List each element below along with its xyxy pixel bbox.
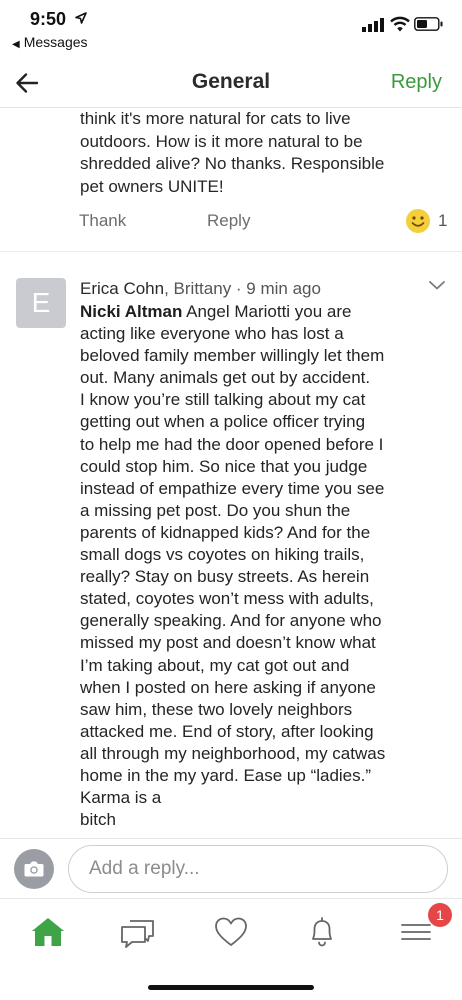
comment-author[interactable]: Erica Cohn <box>80 279 164 298</box>
avatar[interactable]: E <box>16 278 66 328</box>
previous-comment-line: think it's more natural for cats to live <box>80 109 351 128</box>
previous-comment-line: pet owners UNITE! <box>80 176 224 196</box>
comment-line: Karma is a <box>80 788 162 808</box>
back-app-label: Messages <box>23 34 88 50</box>
comment-line: getting out when a police officer trying <box>80 412 366 432</box>
camera-button[interactable] <box>14 849 54 889</box>
previous-comment-actions: Thank Reply 1 <box>0 206 462 236</box>
previous-comment-line: outdoors. How is it more natural to be <box>80 131 363 151</box>
comment-line: home in the my yard. Ease up “ladies.” <box>80 765 372 785</box>
bell-icon[interactable] <box>302 915 342 949</box>
comment-line: small dogs vs coyotes on hiking trails, <box>80 545 365 565</box>
comment-line: beloved family member willingly let them <box>80 346 385 366</box>
wifi-icon <box>390 16 410 32</box>
comment-line: I know you’re still talking about my cat <box>80 390 366 410</box>
comment-line: Angel Mariotti you are <box>182 302 352 321</box>
comment-header: Erica Cohn, Brittany · 9 min ago <box>80 278 321 300</box>
nav-reply-button[interactable]: Reply <box>391 71 442 94</box>
smiley-reaction-icon[interactable] <box>405 208 431 234</box>
mention-link[interactable]: Nicki Altman <box>80 302 182 321</box>
comment-line: saw him, these two lovely neighbors <box>80 699 353 719</box>
home-icon[interactable] <box>28 915 68 949</box>
previous-comment-line: shredded alive? No thanks. Responsible <box>80 154 385 173</box>
reply-composer <box>0 838 462 898</box>
comment-line: out. Many animals get out by accident. <box>80 368 371 388</box>
thank-button[interactable]: Thank <box>79 211 126 231</box>
back-triangle-icon: ◀ <box>12 39 20 50</box>
cellular-signal-icon <box>362 18 384 32</box>
navigation-bar: General Reply <box>0 56 462 108</box>
comment-line: instead of empathize every time you see <box>80 478 385 498</box>
comment-line: generally speaking. And for anyone who <box>80 611 382 631</box>
comment-line: when I posted on here asking if anyone <box>80 677 376 697</box>
location-arrow-icon <box>75 12 87 24</box>
comment-reply-button[interactable]: Reply <box>207 211 250 231</box>
comment-divider <box>0 251 462 252</box>
comment-body: Nicki Altman Angel Mariotti you are acti… <box>80 301 406 831</box>
comment-line: stated, coyotes won’t mess with adults, <box>80 589 374 609</box>
home-indicator[interactable] <box>148 985 314 990</box>
comment-line: all through my neighborhood, my catwas <box>80 743 386 763</box>
comment-line: could stop him. So nice that you judge <box>80 456 368 476</box>
comment-line: attacked me. End of story, after looking <box>80 721 374 741</box>
back-to-app-link[interactable]: ◀ Messages <box>12 34 88 50</box>
tab-bar <box>0 898 462 968</box>
comment-line: really? Stay on busy streets. As herein <box>80 567 370 587</box>
messages-icon[interactable] <box>118 915 158 949</box>
comment-line: I’m taking about, my cat got out and <box>80 655 350 675</box>
status-time: 9:50 <box>30 9 67 29</box>
chevron-down-icon[interactable] <box>428 279 446 291</box>
comment-line: acting like everyone who has lost a <box>80 324 344 344</box>
comment-first-line: Nicki Altman Angel Mariotti you are <box>80 301 406 323</box>
reply-input[interactable] <box>68 845 448 893</box>
status-bar: 9:50 ◀ Messages <box>0 0 462 56</box>
comments-thread[interactable]: think it's more natural for cats to live… <box>0 108 462 838</box>
heart-icon[interactable] <box>211 915 251 949</box>
comment-line: to help me had the door opened before I <box>80 434 384 454</box>
battery-icon <box>414 17 443 31</box>
comment-line: parents of kidnapped kids? And for the <box>80 522 371 542</box>
previous-comment-text: think it's more natural for cats to live… <box>80 108 440 198</box>
reaction-count: 1 <box>438 211 448 230</box>
notification-badge: 1 <box>428 903 452 927</box>
comment-line: bitch <box>80 810 116 830</box>
comment-line: missed my post and doesn’t know what <box>80 633 376 653</box>
comment-meta: , Brittany · 9 min ago <box>164 279 321 298</box>
comment-line: a missing pet post. Do you shun the <box>80 500 351 520</box>
camera-icon <box>24 861 44 877</box>
